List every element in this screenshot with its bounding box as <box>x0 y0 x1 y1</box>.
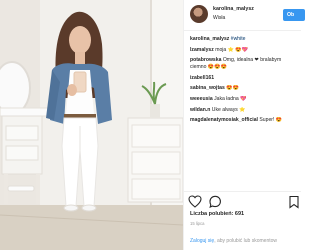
comment-username[interactable]: sabina_wojtas <box>190 85 225 91</box>
post-header: karolina_malysz Wisła Ob <box>184 0 305 31</box>
comment-username[interactable]: wildan.n <box>190 107 210 113</box>
post-actions <box>188 195 300 209</box>
post-photo <box>0 0 183 250</box>
comment-item: wildan.n Uke always ⭐ <box>190 107 298 113</box>
comment-username[interactable]: weeeusia <box>190 96 213 102</box>
post-time: 15 lipca <box>190 221 205 226</box>
comment-username[interactable]: magdalenatymosiak_official <box>190 117 258 123</box>
comment-item: potabrowska Omg, idealna ❤ bralabym ciem… <box>190 57 298 70</box>
login-link[interactable]: Zaloguj się <box>190 238 214 244</box>
photo-illustration <box>0 0 183 250</box>
comment-item: weeeusia Jaka ładna 💖 <box>190 96 298 102</box>
section-divider <box>184 191 301 192</box>
bookmark-icon[interactable] <box>289 195 299 209</box>
comment-item: sabina_wojtas 😍😍 <box>190 85 298 91</box>
comment-text: 😍😍 <box>226 85 239 92</box>
login-prompt: Zaloguj się, aby polubić lub skomentow <box>190 238 277 244</box>
location-link[interactable]: Wisła <box>213 15 225 21</box>
actions-icons <box>188 195 299 209</box>
comment-text: Jaka ładna 💖 <box>214 95 247 102</box>
comment-text[interactable]: #white <box>231 36 246 42</box>
follow-button[interactable]: Ob <box>283 9 305 21</box>
login-prompt-text: , aby polubić lub skomentow <box>214 238 277 244</box>
comments-list: karolina_malysz #white lzamalysz moja ⭐ … <box>190 36 298 128</box>
comment-username[interactable]: izabell161 <box>190 75 214 81</box>
heart-outline-icon[interactable] <box>188 195 202 208</box>
comment-text: Super! 😍 <box>259 117 283 124</box>
comment-username[interactable]: lzamalysz <box>190 47 214 53</box>
comment-bubble-icon[interactable] <box>209 195 221 208</box>
post-details-panel: karolina_malysz Wisła Ob karolina_malysz… <box>183 0 305 250</box>
username-link[interactable]: karolina_malysz <box>213 6 254 12</box>
comment-text: moja ⭐ 😍💖 <box>215 46 249 53</box>
comment-text: Uke always ⭐ <box>211 106 246 113</box>
comment-item: karolina_malysz #white <box>190 36 298 42</box>
comment-item: magdalenatymosiak_official Super! 😍 <box>190 117 298 123</box>
comment-item: lzamalysz moja ⭐ 😍💖 <box>190 47 298 53</box>
comment-item: izabell161 <box>190 75 298 81</box>
likes-count[interactable]: Liczba polubień: 691 <box>190 211 244 217</box>
comment-username[interactable]: potabrowska <box>190 57 221 63</box>
comment-username[interactable]: karolina_malysz <box>190 36 229 42</box>
avatar[interactable] <box>190 5 208 23</box>
